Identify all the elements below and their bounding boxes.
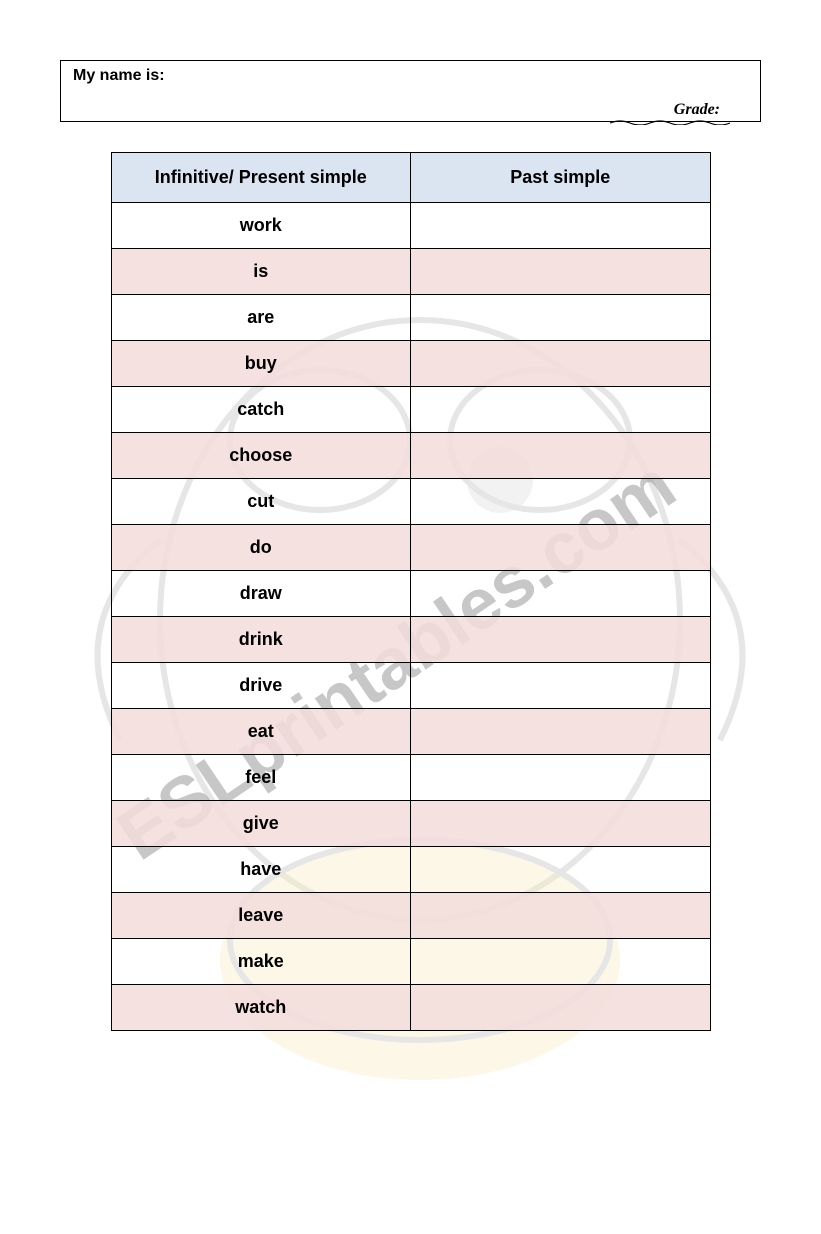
table-row: eat bbox=[111, 709, 710, 755]
table-row: cut bbox=[111, 479, 710, 525]
cell-past[interactable] bbox=[411, 755, 711, 801]
table-row: drive bbox=[111, 663, 710, 709]
cell-infinitive: leave bbox=[111, 893, 411, 939]
cell-infinitive: are bbox=[111, 295, 411, 341]
cell-infinitive: have bbox=[111, 847, 411, 893]
table-row: have bbox=[111, 847, 710, 893]
grade-underline-squiggle bbox=[610, 117, 730, 125]
cell-infinitive: do bbox=[111, 525, 411, 571]
name-box[interactable]: My name is: Grade: bbox=[60, 60, 761, 122]
cell-past[interactable] bbox=[411, 893, 711, 939]
cell-infinitive: feel bbox=[111, 755, 411, 801]
cell-infinitive: is bbox=[111, 249, 411, 295]
table-row: choose bbox=[111, 433, 710, 479]
table-row: is bbox=[111, 249, 710, 295]
cell-past[interactable] bbox=[411, 479, 711, 525]
cell-infinitive: catch bbox=[111, 387, 411, 433]
table-row: make bbox=[111, 939, 710, 985]
table-header-row: Infinitive/ Present simple Past simple bbox=[111, 153, 710, 203]
cell-past[interactable] bbox=[411, 387, 711, 433]
cell-past[interactable] bbox=[411, 801, 711, 847]
cell-past[interactable] bbox=[411, 939, 711, 985]
cell-past[interactable] bbox=[411, 525, 711, 571]
table-row: draw bbox=[111, 571, 710, 617]
cell-past[interactable] bbox=[411, 709, 711, 755]
table-row: feel bbox=[111, 755, 710, 801]
cell-infinitive: buy bbox=[111, 341, 411, 387]
table-row: catch bbox=[111, 387, 710, 433]
name-label: My name is: bbox=[73, 67, 165, 84]
cell-past[interactable] bbox=[411, 341, 711, 387]
cell-infinitive: choose bbox=[111, 433, 411, 479]
table-row: work bbox=[111, 203, 710, 249]
table-row: drink bbox=[111, 617, 710, 663]
table-row: give bbox=[111, 801, 710, 847]
cell-infinitive: drive bbox=[111, 663, 411, 709]
table-row: are bbox=[111, 295, 710, 341]
table-row: watch bbox=[111, 985, 710, 1031]
cell-past[interactable] bbox=[411, 203, 711, 249]
header-past: Past simple bbox=[411, 153, 711, 203]
cell-infinitive: drink bbox=[111, 617, 411, 663]
cell-infinitive: cut bbox=[111, 479, 411, 525]
cell-past[interactable] bbox=[411, 295, 711, 341]
cell-past[interactable] bbox=[411, 663, 711, 709]
cell-infinitive: give bbox=[111, 801, 411, 847]
table-row: leave bbox=[111, 893, 710, 939]
cell-infinitive: watch bbox=[111, 985, 411, 1031]
verb-table: Infinitive/ Present simple Past simple w… bbox=[111, 152, 711, 1031]
cell-past[interactable] bbox=[411, 433, 711, 479]
cell-infinitive: draw bbox=[111, 571, 411, 617]
cell-infinitive: work bbox=[111, 203, 411, 249]
cell-past[interactable] bbox=[411, 617, 711, 663]
header-infinitive: Infinitive/ Present simple bbox=[111, 153, 411, 203]
cell-past[interactable] bbox=[411, 249, 711, 295]
cell-past[interactable] bbox=[411, 985, 711, 1031]
cell-infinitive: make bbox=[111, 939, 411, 985]
cell-past[interactable] bbox=[411, 847, 711, 893]
cell-infinitive: eat bbox=[111, 709, 411, 755]
cell-past[interactable] bbox=[411, 571, 711, 617]
table-row: do bbox=[111, 525, 710, 571]
table-row: buy bbox=[111, 341, 710, 387]
